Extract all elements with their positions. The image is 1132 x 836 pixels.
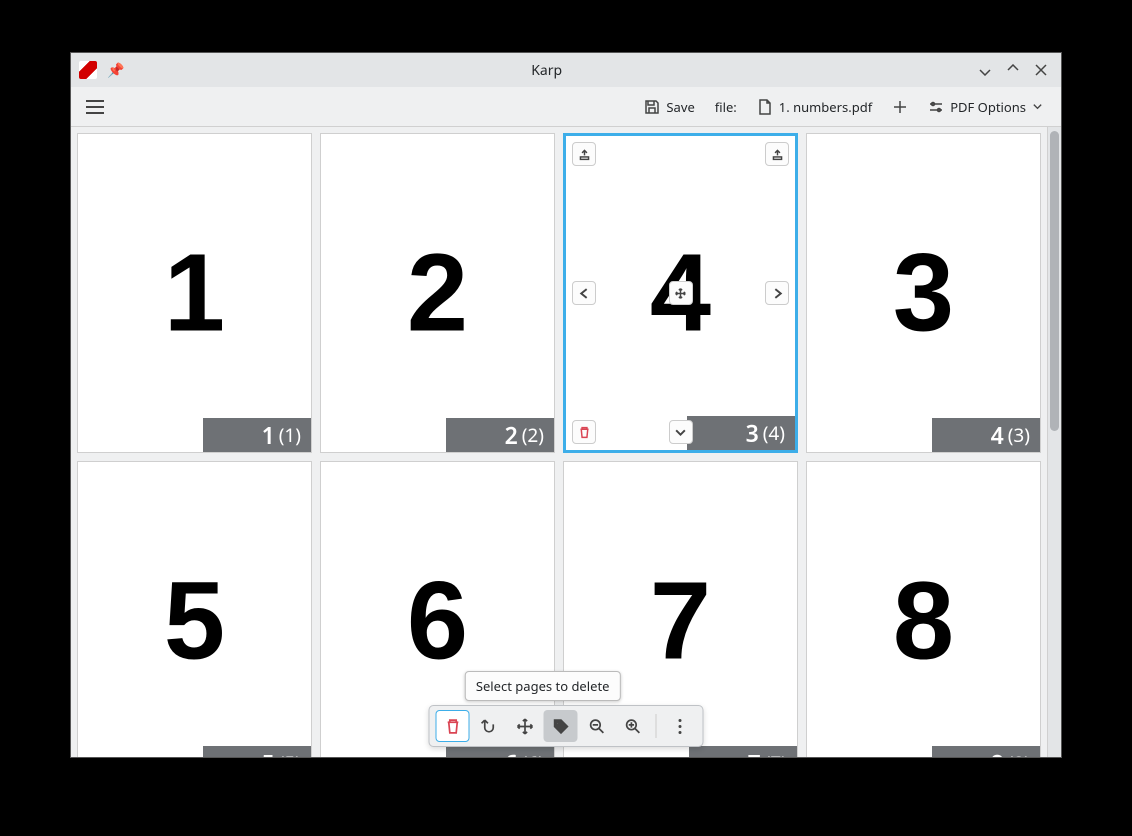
page-content: 7 [650,558,711,685]
sliders-icon [928,99,944,115]
page-thumbnail[interactable]: 43(4) [563,133,798,453]
page-grid: 1 1(1) 2 2(2) 43(4) 3 4(3) 5 5(5) 6 6(6) 7 7(7) 8 8(8) [71,127,1047,757]
tooltip: Select pages to delete [465,671,621,701]
page-content: 3 [893,230,954,357]
drag-handle[interactable] [669,281,693,305]
pdf-options-button[interactable]: PDF Options [920,94,1051,120]
insert-before-button[interactable] [572,142,596,166]
zoom-out-button[interactable] [580,710,614,742]
move-right-button[interactable] [765,281,789,305]
page-content: 8 [893,558,954,685]
file-label: file: [707,94,745,120]
page-label: 4(3) [932,418,1040,452]
window-title: Karp [124,61,969,80]
page-thumbnail[interactable]: 8 8(8) [806,461,1041,757]
menu-button[interactable] [81,93,109,121]
more-button[interactable] [663,710,697,742]
filename-label: 1. numbers.pdf [779,98,872,116]
vertical-scrollbar[interactable] [1047,127,1061,757]
file-selector[interactable]: 1. numbers.pdf [749,94,880,120]
page-label: 2(2) [446,418,554,452]
maximize-button[interactable] [1001,58,1025,82]
add-button[interactable] [884,95,916,119]
move-icon [516,718,533,735]
page-label: 7(7) [689,746,797,757]
page-content: 6 [407,558,468,685]
page-label: 1(1) [203,418,311,452]
titlebar: 📌 Karp [71,53,1061,87]
action-toolbar [429,705,704,747]
page-thumbnail[interactable]: 2 2(2) [320,133,555,453]
page-thumbnail[interactable]: 5 5(5) [77,461,312,757]
delete-page-button[interactable] [572,420,596,444]
scroll-thumb[interactable] [1050,131,1059,431]
delete-mode-button[interactable] [436,710,470,742]
insert-after-button[interactable] [765,142,789,166]
page-content: 5 [164,558,225,685]
page-menu-button[interactable] [669,420,693,444]
page-label: 5(5) [203,746,311,757]
plus-icon [892,99,908,115]
page-content: 2 [407,230,468,357]
app-window: 📌 Karp Save file: 1. numbers.pdf PDF Opt… [70,52,1062,758]
rotate-icon [480,718,497,735]
page-thumbnail[interactable]: 1 1(1) [77,133,312,453]
toolbar: Save file: 1. numbers.pdf PDF Options [71,87,1061,127]
zoom-in-button[interactable] [616,710,650,742]
page-label: 3(4) [687,416,795,450]
page-label: 6(6) [446,746,554,757]
save-button[interactable]: Save [636,94,702,120]
tag-button[interactable] [544,710,578,742]
zoom-out-icon [588,718,605,735]
zoom-in-icon [624,718,641,735]
pin-icon[interactable]: 📌 [107,61,124,80]
chevron-down-icon [1032,101,1043,112]
trash-icon [444,718,461,735]
content-area: 1 1(1) 2 2(2) 43(4) 3 4(3) 5 5(5) 6 6(6) 7 7(7) 8 8(8) [71,127,1061,757]
save-label: Save [666,98,694,116]
close-button[interactable] [1029,58,1053,82]
rotate-button[interactable] [472,710,506,742]
tag-icon [552,718,569,735]
move-left-button[interactable] [572,281,596,305]
minimize-button[interactable] [973,58,997,82]
page-thumbnail[interactable]: 3 4(3) [806,133,1041,453]
pdf-options-label: PDF Options [950,98,1026,116]
page-label: 8(8) [932,746,1040,757]
move-button[interactable] [508,710,542,742]
app-icon [79,61,97,79]
document-icon [757,99,773,115]
page-content: 1 [164,230,225,357]
save-icon [644,99,660,115]
